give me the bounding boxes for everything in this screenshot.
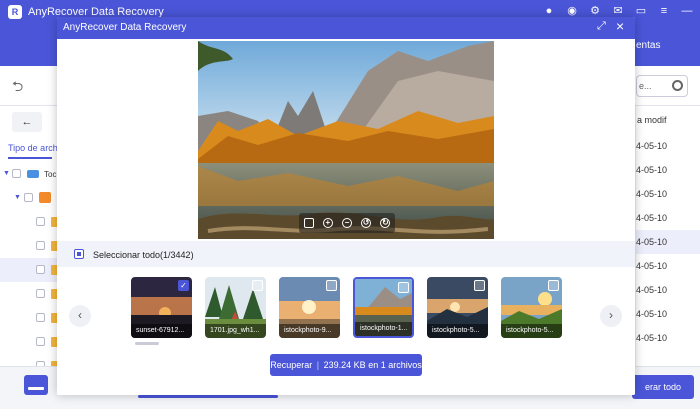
- tree-row[interactable]: [0, 306, 59, 330]
- tree-checkbox[interactable]: [24, 193, 33, 202]
- close-icon[interactable]: ×: [616, 18, 624, 34]
- tree-row-images[interactable]: ▼: [0, 186, 58, 210]
- tree-checkbox[interactable]: [12, 169, 21, 178]
- thumbnail[interactable]: istockphoto-5...: [501, 277, 562, 338]
- tree-root-label: Toc: [44, 170, 57, 179]
- date-cell: 4-05-10: [636, 309, 668, 319]
- thumbnail-selected[interactable]: istockphoto-1...: [353, 277, 414, 338]
- rotate-left-icon[interactable]: ↺: [361, 218, 372, 228]
- thumbnail-name: istockphoto-1...: [355, 322, 412, 336]
- tree-row[interactable]: [0, 258, 59, 282]
- preview-image: + − ↺ ↻: [198, 41, 494, 239]
- select-all-label[interactable]: Seleccionar todo(1/3442): [93, 250, 194, 260]
- select-all-checkbox[interactable]: [74, 249, 84, 259]
- thumbnail-name: 1701.jpg_wh1...: [205, 324, 266, 338]
- disk-icon: [24, 375, 48, 395]
- right-panel: a modif 4-05-10 4-05-10 4-05-10 4-05-10 …: [636, 106, 700, 366]
- date-cell: 4-05-10: [636, 285, 668, 295]
- tree-checkbox[interactable]: [36, 265, 45, 274]
- settings-icon[interactable]: ⚙: [588, 4, 602, 18]
- caret-down-icon[interactable]: ▼: [3, 170, 10, 177]
- background-search-input[interactable]: e...: [636, 75, 688, 97]
- thumbnail[interactable]: istockphoto-5...: [427, 277, 488, 338]
- left-panel: ← Tipo de arch ▼ Toc ▼: [0, 106, 59, 371]
- dialog-header: AnyRecover Data Recovery ⤢ ×: [57, 17, 635, 39]
- preview-landscape-svg: [198, 41, 494, 239]
- feedback-icon[interactable]: ▭: [634, 4, 648, 18]
- caret-down-icon[interactable]: ▼: [14, 194, 21, 201]
- date-cell: 4-05-10: [636, 189, 668, 199]
- column-header-modified[interactable]: a modif: [636, 106, 700, 134]
- zoom-in-icon[interactable]: +: [322, 218, 333, 228]
- thumbnail-checkbox[interactable]: [398, 282, 409, 293]
- menu-icon[interactable]: ≡: [657, 4, 671, 18]
- minimize-icon[interactable]: —: [680, 4, 694, 18]
- file-type-tab[interactable]: Tipo de arch: [8, 143, 58, 153]
- chevron-right-icon[interactable]: ›: [600, 305, 622, 327]
- recover-label: Recuperar: [270, 360, 313, 370]
- user-icon[interactable]: ●: [542, 4, 556, 18]
- recover-all-button[interactable]: erar todo: [632, 375, 694, 399]
- preview-area: + − ↺ ↻: [57, 39, 635, 239]
- date-cell: 4-05-10: [636, 333, 668, 343]
- tree-checkbox[interactable]: [36, 313, 45, 322]
- drive-icon: [27, 170, 39, 178]
- tree-row[interactable]: [0, 282, 59, 306]
- undo-icon[interactable]: ⮌: [12, 76, 23, 100]
- thumbnail-checkbox[interactable]: [252, 280, 263, 291]
- app-logo-icon: R: [8, 5, 22, 19]
- preview-dialog: AnyRecover Data Recovery ⤢ × + − ↺ ↻ Sel…: [57, 17, 635, 395]
- search-icon[interactable]: [672, 80, 683, 91]
- date-cell: 4-05-10: [636, 213, 668, 223]
- tree-checkbox[interactable]: [36, 337, 45, 346]
- discord-icon[interactable]: ◉: [565, 4, 579, 18]
- thumbnail-name: istockphoto-5...: [427, 324, 488, 338]
- thumbnail-checkbox[interactable]: ✓: [178, 280, 189, 291]
- image-folder-icon: [39, 192, 51, 203]
- fit-screen-icon[interactable]: [303, 218, 314, 228]
- recover-detail: 239.24 KB en 1 archivos: [323, 360, 422, 370]
- thumbnail-name: istockphoto-5...: [501, 324, 562, 338]
- bottom-progress-strip: [138, 395, 278, 398]
- tree-row-root[interactable]: ▼ Toc: [0, 162, 58, 186]
- mail-icon[interactable]: ✉: [611, 4, 625, 18]
- thumbnail-scrollbar[interactable]: [135, 342, 159, 345]
- recover-button[interactable]: Recuperar | 239.24 KB en 1 archivos: [270, 354, 422, 376]
- tree-row[interactable]: [0, 234, 59, 258]
- search-placeholder: e...: [639, 81, 652, 91]
- tree-checkbox[interactable]: [36, 217, 45, 226]
- header-icons: ● ◉ ⚙ ✉ ▭ ≡ —: [542, 4, 694, 18]
- dialog-title: AnyRecover Data Recovery: [63, 22, 187, 33]
- image-toolbar: + − ↺ ↻: [299, 213, 395, 233]
- expand-icon[interactable]: ⤢: [597, 20, 606, 33]
- thumbnail-checkbox[interactable]: [548, 280, 559, 291]
- rotate-right-icon[interactable]: ↻: [380, 218, 391, 228]
- date-cell: 4-05-10: [636, 230, 700, 254]
- tree-row[interactable]: [0, 210, 59, 234]
- thumbnail-checkbox[interactable]: [326, 280, 337, 291]
- tab-underline: [8, 157, 52, 159]
- tree-checkbox[interactable]: [36, 289, 45, 298]
- header-tab-fragment[interactable]: entas: [636, 40, 660, 51]
- thumbnail-checkbox[interactable]: [474, 280, 485, 291]
- recover-separator: |: [316, 360, 320, 370]
- select-all-bar: Seleccionar todo(1/3442): [57, 241, 635, 267]
- thumbnail[interactable]: istockphoto-9...: [279, 277, 340, 338]
- thumbnail-name: sunset-67912...: [131, 324, 192, 338]
- date-cell: 4-05-10: [636, 261, 668, 271]
- tree-checkbox[interactable]: [36, 241, 45, 250]
- tree-row[interactable]: [0, 330, 59, 354]
- date-cell: 4-05-10: [636, 165, 668, 175]
- chevron-left-icon[interactable]: ‹: [69, 305, 91, 327]
- thumbnail-strip: ‹ ✓ sunset-67912... 1701.jpg_wh1... isto…: [57, 267, 635, 395]
- zoom-out-icon[interactable]: −: [341, 218, 352, 228]
- back-button[interactable]: ←: [12, 112, 42, 132]
- date-cell: 4-05-10: [636, 141, 668, 151]
- thumbnail-name: istockphoto-9...: [279, 324, 340, 338]
- thumbnail[interactable]: ✓ sunset-67912...: [131, 277, 192, 338]
- thumbnail[interactable]: 1701.jpg_wh1...: [205, 277, 266, 338]
